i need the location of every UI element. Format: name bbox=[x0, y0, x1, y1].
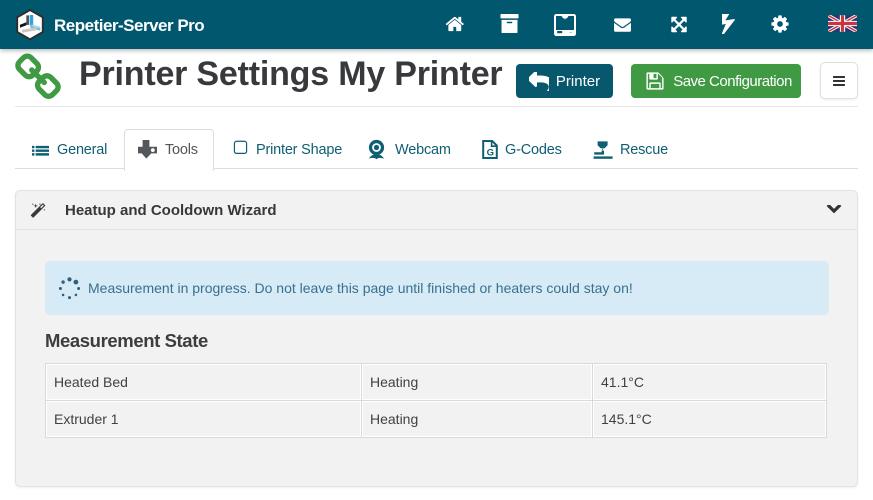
svg-text:G: G bbox=[487, 147, 494, 158]
